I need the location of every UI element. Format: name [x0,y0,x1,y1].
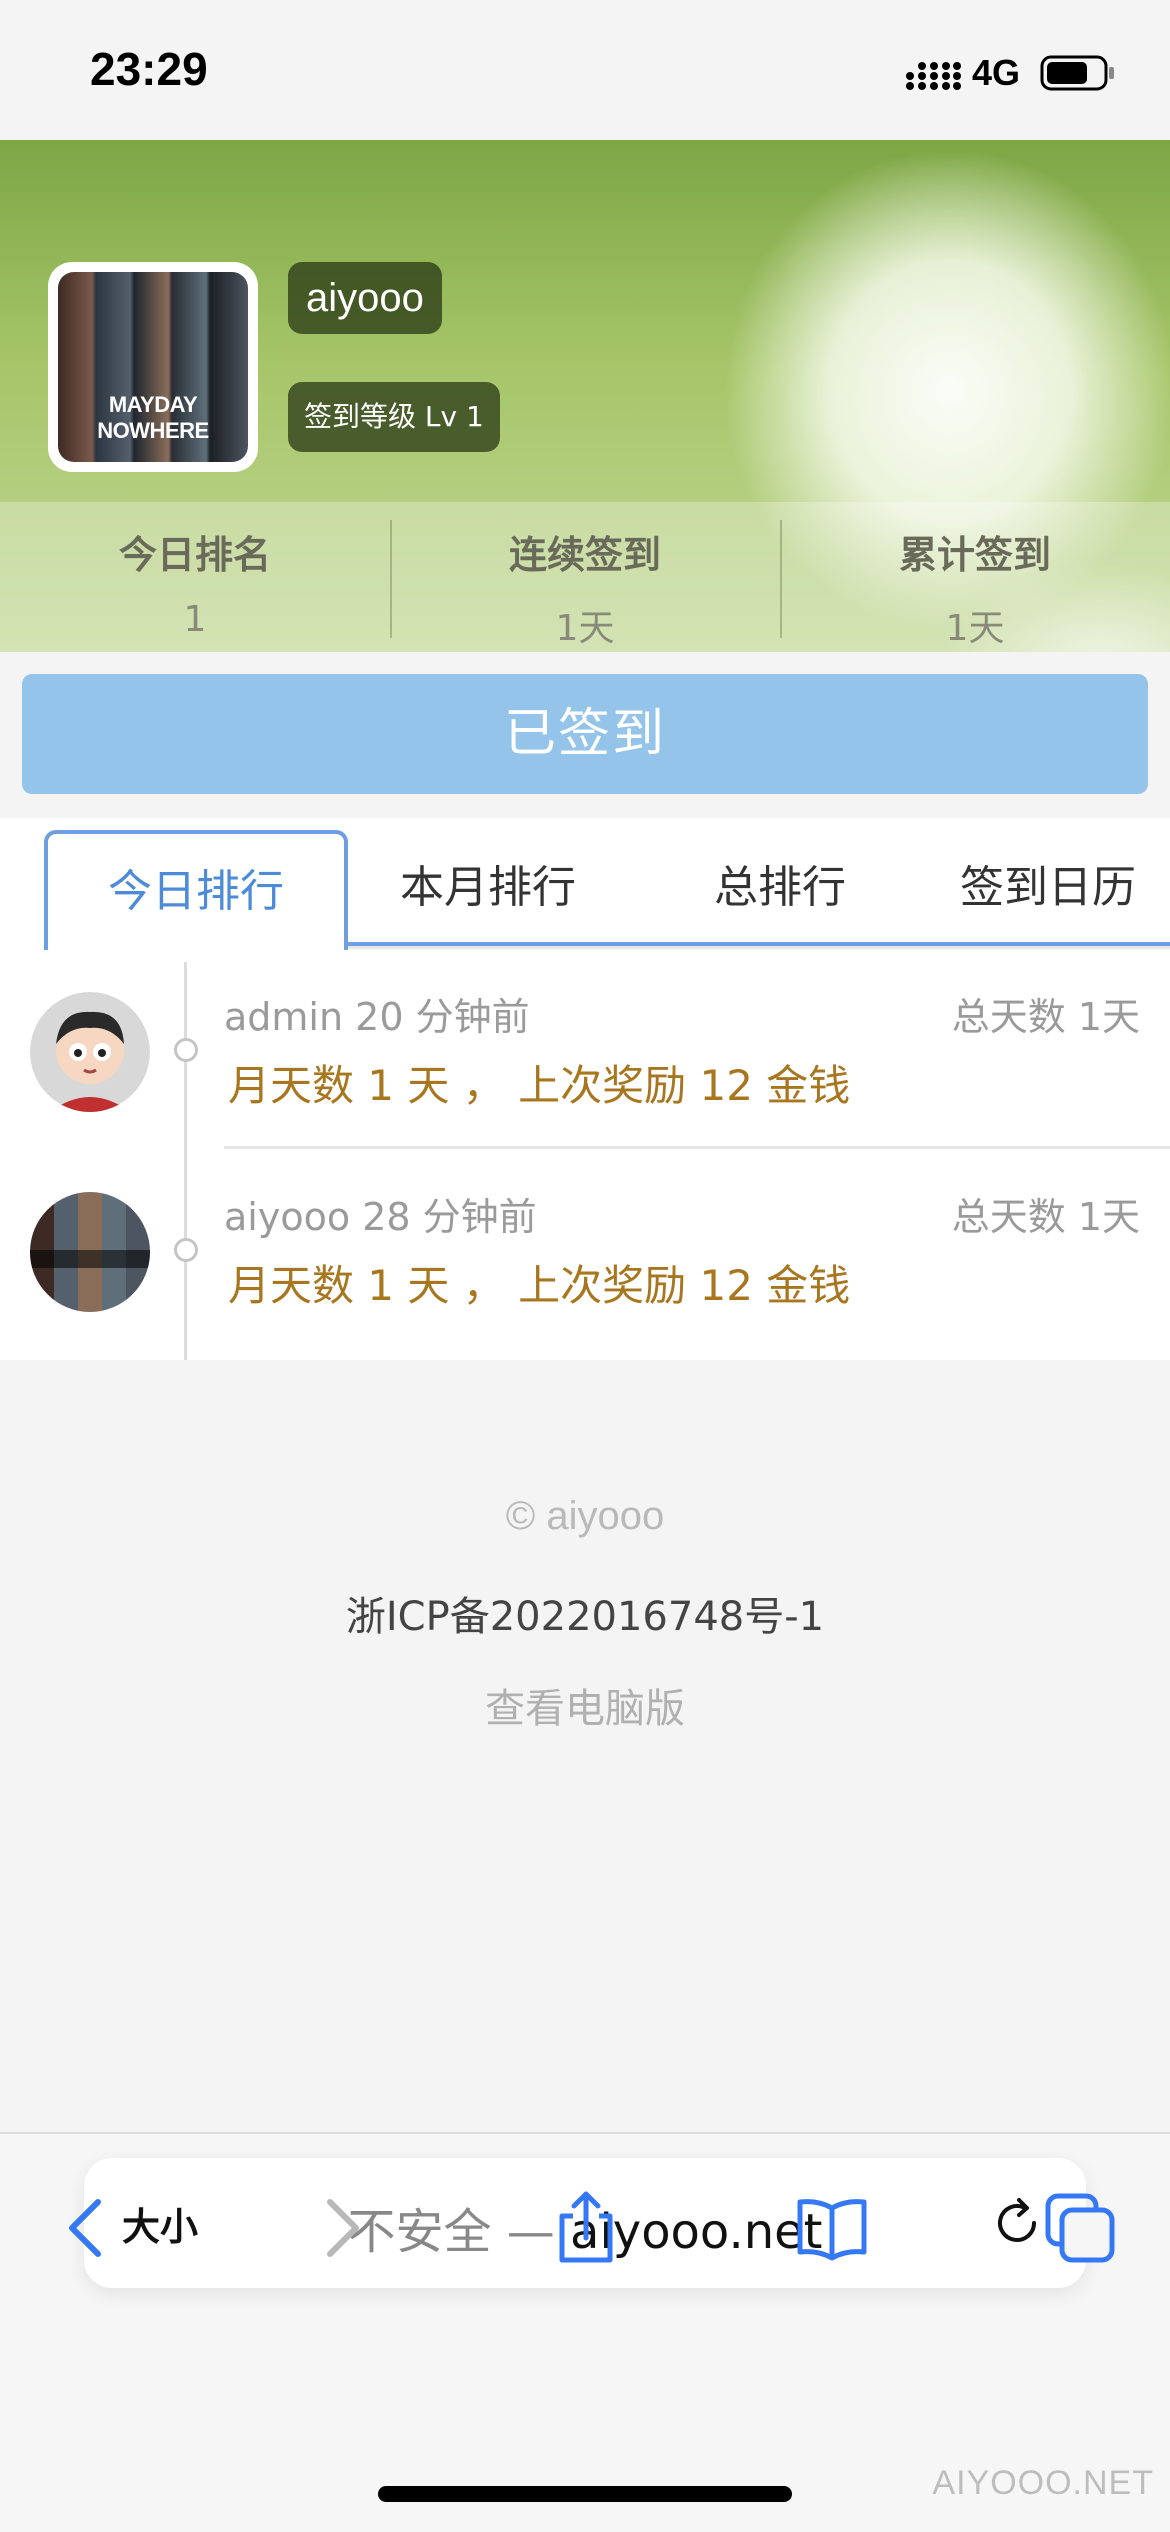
row-time: 28 分钟前 [362,1195,537,1239]
sign-section: 已签到 [0,652,1170,818]
avatar-image [30,992,150,1112]
ranking-list: admin 20 分钟前 总天数 1天 月天数 1 天 ， 上次奖励 12 金钱… [0,946,1170,1360]
tab-sign-calendar[interactable]: 签到日历 [960,830,1170,946]
tab-today-ranking[interactable]: 今日排行 [44,830,348,950]
status-bar: 23:29 4G [0,0,1170,140]
status-time: 23:29 [90,43,208,95]
avatar-image: MAYDAY NOWHERE [58,272,248,462]
sign-stats: 今日排名 1 连续签到 1天 累计签到 1天 [0,502,1170,652]
sign-level-badge: 签到等级 Lv 1 [288,382,500,452]
row-reward-detail: 月天数 1 天 ， 上次奖励 12 金钱 [228,1061,851,1110]
row-time: 20 分钟前 [355,995,530,1039]
stat-value: 1天 [555,608,615,649]
row-username[interactable]: aiyooo [224,1195,350,1239]
footer-copyright: © aiyooo [505,1494,665,1538]
forward-icon[interactable] [300,2188,380,2268]
footer-icp-link[interactable]: 浙ICP备2022016748号-1 [0,1584,1170,1642]
home-indicator [378,2486,792,2502]
bookmarks-icon[interactable] [792,2188,872,2268]
desktop-version-link[interactable]: 查看电脑版 [0,1676,1170,1734]
row-username[interactable]: admin [224,995,343,1039]
stat-value: 1 [183,599,207,640]
timeline-dot [174,1038,198,1062]
profile-banner: MAYDAY NOWHERE aiyooo 签到等级 Lv 1 今日排名 1 连… [0,140,1170,652]
username: aiyooo [288,262,442,334]
user-avatar[interactable]: MAYDAY NOWHERE [48,262,258,472]
battery-icon [1040,55,1114,91]
row-divider [224,946,1170,949]
share-icon[interactable] [546,2188,626,2268]
tab-month-ranking[interactable]: 本月排行 [352,830,624,946]
stat-streak: 连续签到 1天 [390,502,780,652]
row-user-time: aiyooo 28 分钟前 [224,1186,537,1241]
row-user-time: admin 20 分钟前 [224,986,530,1041]
stat-total: 累计签到 1天 [780,502,1170,652]
network-type: 4G [972,52,1021,93]
reload-icon[interactable] [990,2196,1044,2250]
avatar-image [30,1192,150,1312]
list-item[interactable]: aiyooo 28 分钟前 总天数 1天 月天数 1 天 ， 上次奖励 12 金… [0,1146,1170,1346]
stat-today-rank: 今日排名 1 [0,502,390,652]
row-total-days: 总天数 1天 [951,1195,1140,1239]
stat-label: 今日排名 [118,533,271,577]
timeline-dot [174,1238,198,1262]
tabs-icon[interactable] [1040,2188,1120,2268]
row-divider [224,1146,1170,1149]
avatar[interactable] [30,992,150,1112]
stat-label: 累计签到 [898,533,1051,577]
ranking-tabs: 今日排行 本月排行 总排行 签到日历 [0,818,1170,950]
row-total-days: 总天数 1天 [951,995,1140,1039]
tab-total-ranking[interactable]: 总排行 [640,830,920,946]
stat-label: 连续签到 [508,533,661,577]
avatar-caption: MAYDAY NOWHERE [97,392,209,443]
signal-icon [906,62,961,90]
row-reward-detail: 月天数 1 天 ， 上次奖励 12 金钱 [228,1261,851,1310]
avatar[interactable] [30,1192,150,1312]
stat-value: 1天 [945,608,1005,649]
back-icon[interactable] [48,2188,128,2268]
signed-button[interactable]: 已签到 [22,674,1148,794]
watermark: AIYOOO.NET [932,2464,1154,2502]
list-item[interactable]: admin 20 分钟前 总天数 1天 月天数 1 天 ， 上次奖励 12 金钱 [0,946,1170,1146]
